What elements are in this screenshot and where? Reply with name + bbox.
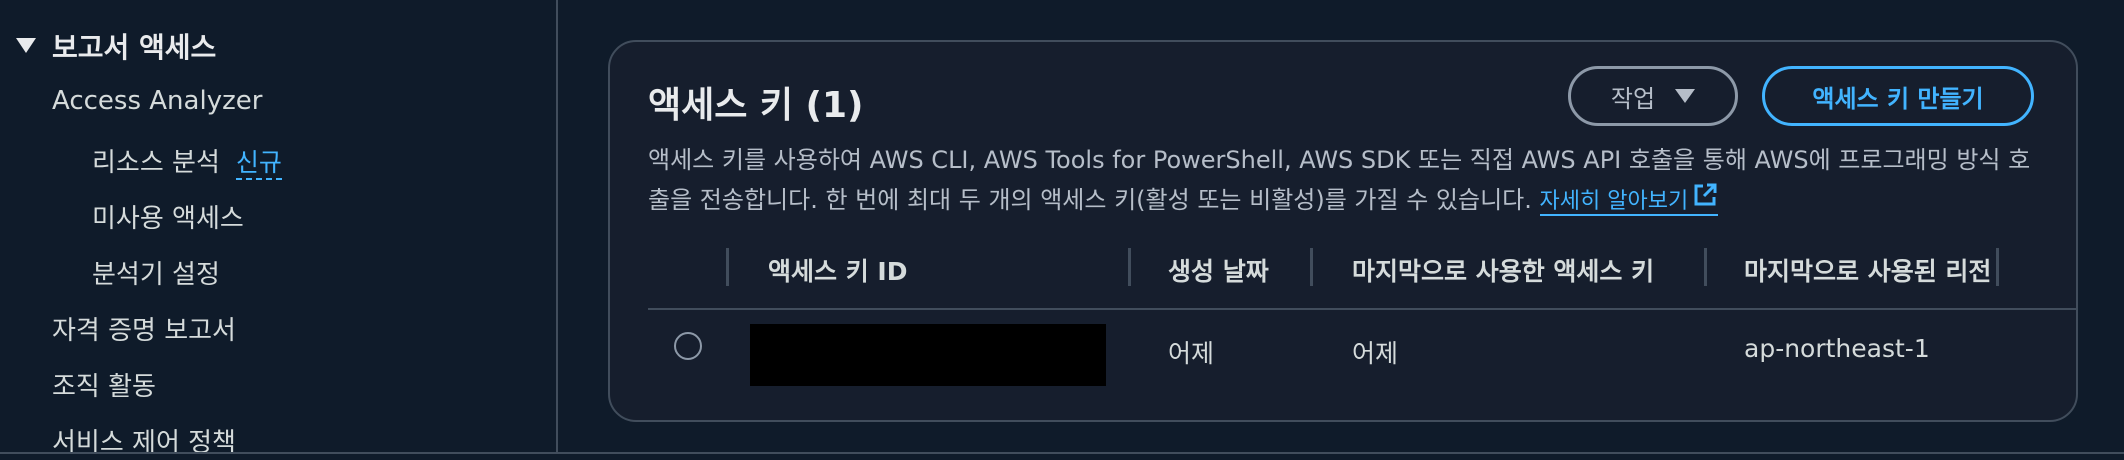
panel-description: 액세스 키를 사용하여 AWS CLI, AWS Tools for Power… xyxy=(648,140,2038,222)
create-access-key-label: 액세스 키 만들기 xyxy=(1812,84,1984,113)
sidebar-section-access-reports[interactable]: 보고서 액세스 xyxy=(52,26,216,66)
panel-title: 액세스 키 (1) xyxy=(648,85,864,126)
sidebar-section-title: 보고서 액세스 xyxy=(52,31,217,64)
column-divider[interactable] xyxy=(1996,248,1999,286)
dropdown-triangle-icon xyxy=(1675,89,1696,103)
main-content: 액세스 키 (1) 작업 액세스 키 만들기 액세스 키를 사용하여 AWS C… xyxy=(558,0,2124,452)
access-keys-panel: 액세스 키 (1) 작업 액세스 키 만들기 액세스 키를 사용하여 AWS C… xyxy=(608,40,2078,422)
sidebar-item-resource-analysis[interactable]: 리소스 분석 신규 xyxy=(92,142,282,180)
column-header-last-region[interactable]: 마지막으로 사용된 리전 xyxy=(1744,252,1991,288)
create-access-key-button[interactable]: 액세스 키 만들기 xyxy=(1762,66,2034,126)
column-divider[interactable] xyxy=(1128,248,1131,286)
bottom-divider xyxy=(0,452,2124,454)
column-header-access-key-id[interactable]: 액세스 키 ID xyxy=(768,252,907,288)
redacted-access-key-id xyxy=(750,324,1106,386)
sidebar-item-label: 리소스 분석 xyxy=(92,148,220,178)
cell-created: 어제 xyxy=(1168,339,1215,368)
caret-down-icon[interactable] xyxy=(16,38,36,53)
sidebar-item-unused-access[interactable]: 미사용 액세스 xyxy=(92,198,244,235)
sidebar-item-label: 분석기 설정 xyxy=(92,260,220,290)
new-badge: 신규 xyxy=(235,148,282,180)
sidebar-item-credential-report[interactable]: 자격 증명 보고서 xyxy=(52,310,236,347)
actions-button[interactable]: 작업 xyxy=(1568,66,1738,126)
sidebar-item-label: 조직 활동 xyxy=(52,372,156,402)
radio-button-icon[interactable] xyxy=(674,332,702,360)
learn-more-link[interactable]: 자세히 알아보기 xyxy=(1539,183,1719,216)
sidebar-item-access-analyzer[interactable]: Access Analyzer xyxy=(52,86,262,116)
table-header-divider xyxy=(648,308,2076,310)
column-header-last-used[interactable]: 마지막으로 사용한 액세스 키 xyxy=(1352,252,1654,288)
sidebar-item-organization-activity[interactable]: 조직 활동 xyxy=(52,366,156,403)
column-header-created[interactable]: 생성 날짜 xyxy=(1168,252,1269,288)
actions-button-label: 작업 xyxy=(1610,84,1656,113)
external-link-icon xyxy=(1692,182,1718,222)
sidebar-item-label: Access Analyzer xyxy=(52,86,263,116)
learn-more-label: 자세히 알아보기 xyxy=(1539,189,1689,214)
description-text: 액세스 키를 사용하여 AWS CLI, AWS Tools for Power… xyxy=(648,146,2031,214)
cell-region: ap-northeast-1 xyxy=(1744,334,1930,363)
sidebar-item-label: 미사용 액세스 xyxy=(92,204,244,234)
cell-last-used: 어제 xyxy=(1352,339,1399,368)
sidebar: 보고서 액세스 Access Analyzer 리소스 분석 신규 미사용 액세스… xyxy=(0,0,558,458)
sidebar-item-label: 자격 증명 보고서 xyxy=(52,316,236,346)
column-divider[interactable] xyxy=(1704,248,1707,286)
sidebar-item-analyzer-settings[interactable]: 분석기 설정 xyxy=(92,254,220,291)
column-divider[interactable] xyxy=(726,248,729,286)
column-divider[interactable] xyxy=(1310,248,1313,286)
